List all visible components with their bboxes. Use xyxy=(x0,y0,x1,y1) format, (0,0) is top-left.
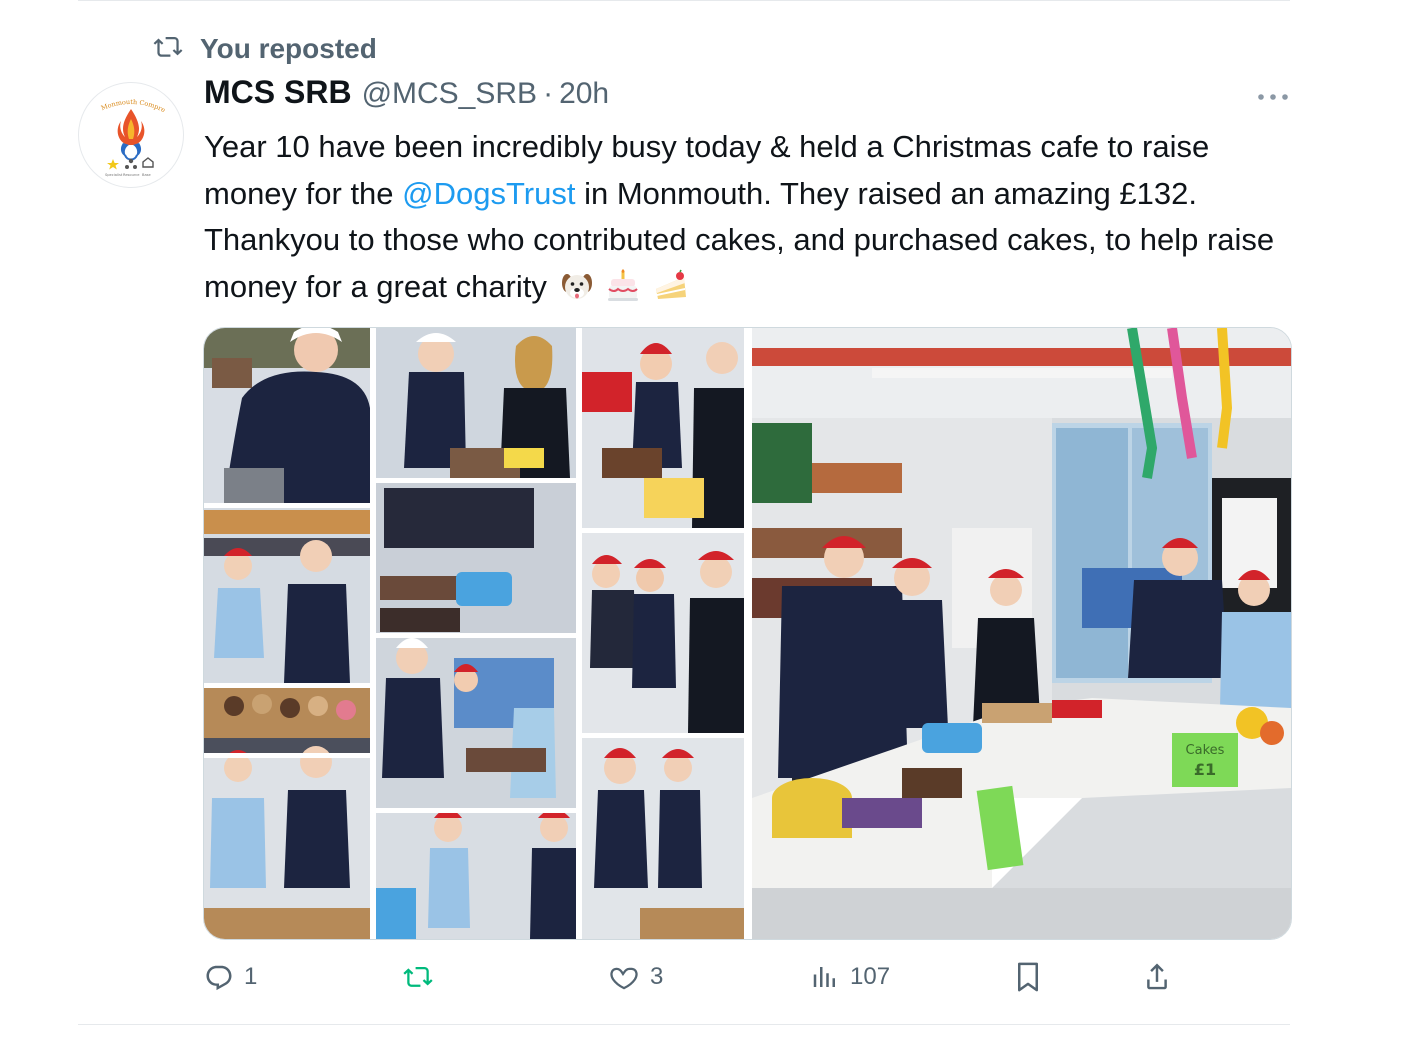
reply-button[interactable]: 1 xyxy=(204,954,257,1000)
repost-context[interactable]: You reposted xyxy=(152,30,377,68)
collage-photo[interactable] xyxy=(204,328,744,939)
share-button[interactable] xyxy=(1142,954,1172,1000)
author-handle[interactable]: @MCS_SRB xyxy=(362,77,538,111)
mention-link[interactable]: @DogsTrust xyxy=(402,176,575,211)
repost-button[interactable] xyxy=(402,954,446,1000)
shortcake-emoji xyxy=(653,269,689,317)
top-divider xyxy=(78,0,1290,1)
timestamp[interactable]: 20h xyxy=(559,77,609,111)
avatar-word-2: Resource xyxy=(123,173,140,177)
classroom-cake-sale-photo[interactable]: Cakes £1 xyxy=(752,328,1291,939)
repost-context-label: You reposted xyxy=(200,33,377,64)
avatar-word-3: Base xyxy=(142,173,152,177)
like-count: 3 xyxy=(650,963,664,990)
reply-count: 1 xyxy=(244,963,258,990)
bottom-divider xyxy=(78,1024,1290,1025)
tweet-text: Year 10 have been incredibly busy today … xyxy=(204,124,1294,316)
action-bar: 1 3 107 xyxy=(0,954,1422,1000)
reply-icon xyxy=(206,965,232,991)
media-grid[interactable]: Cakes £1 xyxy=(203,327,1292,940)
bookmark-button[interactable] xyxy=(1013,954,1043,1000)
cakes-sign-price: £1 xyxy=(1194,760,1216,779)
avatar[interactable]: Monmouth Comprehensive Specialist Resour… xyxy=(78,82,184,188)
cakes-sign-label: Cakes xyxy=(1186,743,1225,758)
heart-icon xyxy=(610,967,638,990)
separator-dot: · xyxy=(543,77,554,110)
views-icon xyxy=(813,967,835,987)
like-button[interactable]: 3 xyxy=(608,954,663,1000)
avatar-school-name: Monmouth Comprehensive xyxy=(79,83,167,114)
tweet-header: MCS SRB @MCS_SRB · 20h xyxy=(204,74,609,118)
repost-icon xyxy=(152,33,186,66)
more-icon xyxy=(1258,94,1288,100)
more-options-button[interactable] xyxy=(1255,85,1291,109)
views-count: 107 xyxy=(850,963,891,990)
birthday-cake-emoji xyxy=(606,268,640,317)
bookmark-icon xyxy=(1018,962,1038,992)
views-button[interactable]: 107 xyxy=(810,954,890,1000)
author-name[interactable]: MCS SRB xyxy=(204,74,352,111)
repost-icon xyxy=(403,966,433,987)
dog-face-emoji xyxy=(560,269,594,317)
avatar-word-1: Specialist xyxy=(105,173,123,177)
svg-text:Monmouth Comprehensive: Monmouth Comprehensive xyxy=(79,83,167,114)
share-icon xyxy=(1147,963,1167,990)
